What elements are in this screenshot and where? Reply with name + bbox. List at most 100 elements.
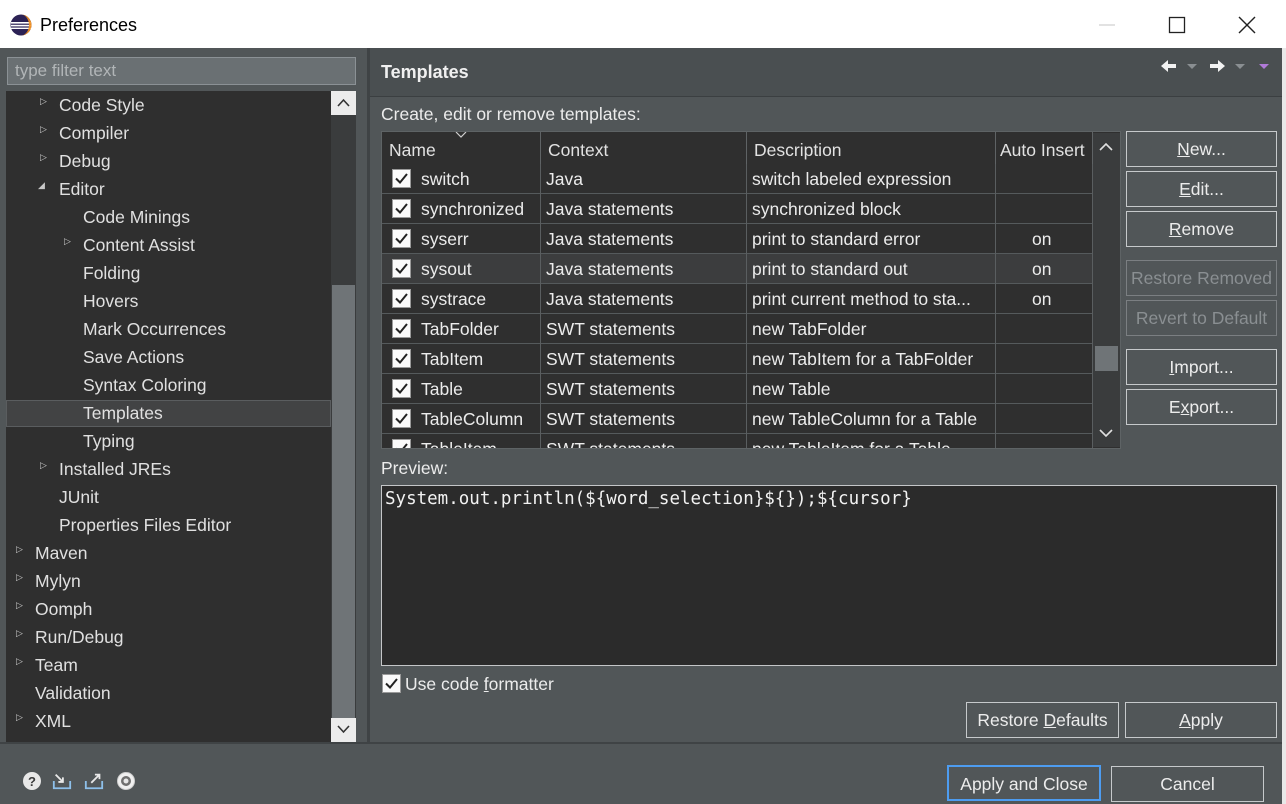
collapse-arrow-icon[interactable]: ◢: [38, 180, 48, 190]
table-row[interactable]: TabFolder SWT statements new TabFolder: [382, 314, 1093, 344]
table-row[interactable]: TableColumn SWT statements new TableColu…: [382, 404, 1093, 434]
use-code-formatter-label[interactable]: Use code formatter: [405, 674, 554, 695]
restore-removed-button[interactable]: Restore Removed: [1126, 260, 1277, 296]
dropdown-arrow-icon: [1235, 64, 1245, 69]
tree-item-mylyn[interactable]: ▷ Mylyn: [6, 568, 331, 595]
tree-item-templates[interactable]: Templates: [6, 400, 331, 427]
column-header-description[interactable]: Description: [747, 132, 996, 164]
tree-item-properties-files-editor[interactable]: Properties Files Editor: [6, 512, 331, 539]
expand-arrow-icon[interactable]: ▷: [16, 572, 26, 582]
chevron-up-icon[interactable]: [1099, 142, 1113, 151]
table-row-partial[interactable]: TableItem SWT statements new TableItem f…: [382, 434, 1093, 449]
column-header-name[interactable]: Name: [382, 132, 541, 164]
tree-item-typing[interactable]: Typing: [6, 428, 331, 455]
expand-arrow-icon[interactable]: ▷: [16, 656, 26, 666]
enable-checkbox[interactable]: [392, 349, 411, 368]
tree-item-run-debug[interactable]: ▷ Run/Debug: [6, 624, 331, 651]
template-description: new TableItem for a Table: [752, 439, 951, 449]
tree-item-code-style[interactable]: ▷ Code Style: [6, 92, 331, 119]
back-menu-button[interactable]: [1186, 63, 1198, 83]
scrollbar-thumb[interactable]: [332, 285, 355, 725]
tree-item-debug[interactable]: ▷ Debug: [6, 148, 331, 175]
filter-input[interactable]: [7, 57, 356, 85]
import-icon[interactable]: [52, 771, 72, 791]
scroll-up-button[interactable]: [331, 91, 356, 115]
preview-code[interactable]: System.out.println(${word_selection}${})…: [381, 485, 1277, 666]
enable-checkbox[interactable]: [392, 379, 411, 398]
tree-item-xml[interactable]: ▷ XML: [6, 708, 331, 735]
tree-item-editor[interactable]: ◢ Editor: [6, 176, 331, 203]
enable-checkbox[interactable]: [392, 199, 411, 218]
edit-button[interactable]: Edit...: [1126, 171, 1277, 207]
enable-checkbox[interactable]: [392, 169, 411, 188]
table-row[interactable]: synchronized Java statements synchronize…: [382, 194, 1093, 224]
tree-item-validation[interactable]: Validation: [6, 680, 331, 707]
tree-item-folding[interactable]: Folding: [6, 260, 331, 287]
tree-item-save-actions[interactable]: Save Actions: [6, 344, 331, 371]
page-title: Templates: [381, 62, 469, 82]
minimize-button[interactable]: [1072, 0, 1142, 48]
tree-item-oomph[interactable]: ▷ Oomph: [6, 596, 331, 623]
export-icon[interactable]: [84, 771, 104, 791]
help-icon[interactable]: ?: [22, 771, 42, 791]
table-row[interactable]: Table SWT statements new Table: [382, 374, 1093, 404]
table-scrollbar[interactable]: [1093, 133, 1120, 447]
back-button[interactable]: [1160, 58, 1178, 78]
enable-checkbox[interactable]: [392, 289, 411, 308]
tree-item-team[interactable]: ▷ Team: [6, 652, 331, 679]
enable-checkbox[interactable]: [392, 319, 411, 338]
revert-to-default-button[interactable]: Revert to Default: [1126, 300, 1277, 336]
enable-checkbox[interactable]: [392, 229, 411, 248]
enable-checkbox[interactable]: [392, 259, 411, 278]
chevron-down-icon[interactable]: [1099, 429, 1113, 438]
oomph-icon[interactable]: [116, 771, 136, 791]
column-header-auto-insert[interactable]: Auto Insert: [996, 132, 1093, 164]
cancel-button[interactable]: Cancel: [1111, 766, 1264, 802]
scroll-down-button[interactable]: [331, 718, 356, 742]
column-header-context[interactable]: Context: [541, 132, 747, 164]
tree-item-compiler[interactable]: ▷ Compiler: [6, 120, 331, 147]
panel-splitter[interactable]: [367, 48, 370, 742]
expand-arrow-icon[interactable]: ▷: [16, 628, 26, 638]
close-button[interactable]: [1212, 0, 1282, 48]
expand-arrow-icon[interactable]: ▷: [40, 460, 50, 470]
table-row-selected[interactable]: sysout Java statements print to standard…: [382, 254, 1093, 284]
tree-item-code-minings[interactable]: Code Minings: [6, 204, 331, 231]
forward-button[interactable]: [1208, 58, 1226, 78]
tree-item-syntax-coloring[interactable]: Syntax Coloring: [6, 372, 331, 399]
tree-item-mark-occurrences[interactable]: Mark Occurrences: [6, 316, 331, 343]
tree-item-content-assist[interactable]: ▷ Content Assist: [6, 232, 331, 259]
tree-scrollbar[interactable]: [331, 91, 356, 742]
expand-arrow-icon[interactable]: ▷: [40, 152, 50, 162]
table-row[interactable]: syserr Java statements print to standard…: [382, 224, 1093, 254]
table-row[interactable]: TabItem SWT statements new TabItem for a…: [382, 344, 1093, 374]
template-auto-insert: on: [1032, 259, 1052, 279]
maximize-button[interactable]: [1142, 0, 1212, 48]
tree-item-junit[interactable]: JUnit: [6, 484, 331, 511]
expand-arrow-icon[interactable]: ▷: [40, 124, 50, 134]
enable-checkbox[interactable]: [392, 409, 411, 428]
expand-arrow-icon[interactable]: ▷: [16, 600, 26, 610]
enable-checkbox[interactable]: [392, 439, 411, 448]
template-name: Table: [421, 379, 463, 399]
expand-arrow-icon[interactable]: ▷: [16, 544, 26, 554]
expand-arrow-icon[interactable]: ▷: [40, 96, 50, 106]
tree-item-installed-jres[interactable]: ▷ Installed JREs: [6, 456, 331, 483]
scrollbar-thumb[interactable]: [1095, 346, 1118, 371]
forward-menu-button[interactable]: [1234, 63, 1246, 83]
new-button[interactable]: New...: [1126, 131, 1277, 167]
use-code-formatter-checkbox[interactable]: [382, 674, 401, 693]
expand-arrow-icon[interactable]: ▷: [64, 236, 74, 246]
table-row[interactable]: switch Java switch labeled expression: [382, 164, 1093, 194]
apply-button[interactable]: Apply: [1125, 702, 1277, 738]
view-menu-button[interactable]: [1258, 63, 1270, 83]
export-button[interactable]: Export...: [1126, 389, 1277, 425]
tree-item-hovers[interactable]: Hovers: [6, 288, 331, 315]
import-button[interactable]: Import...: [1126, 349, 1277, 385]
restore-defaults-button[interactable]: Restore Defaults: [966, 702, 1119, 738]
tree-item-maven[interactable]: ▷ Maven: [6, 540, 331, 567]
expand-arrow-icon[interactable]: ▷: [16, 712, 26, 722]
table-row[interactable]: systrace Java statements print current m…: [382, 284, 1093, 314]
apply-and-close-button[interactable]: Apply and Close: [947, 765, 1101, 801]
remove-button[interactable]: Remove: [1126, 211, 1277, 247]
